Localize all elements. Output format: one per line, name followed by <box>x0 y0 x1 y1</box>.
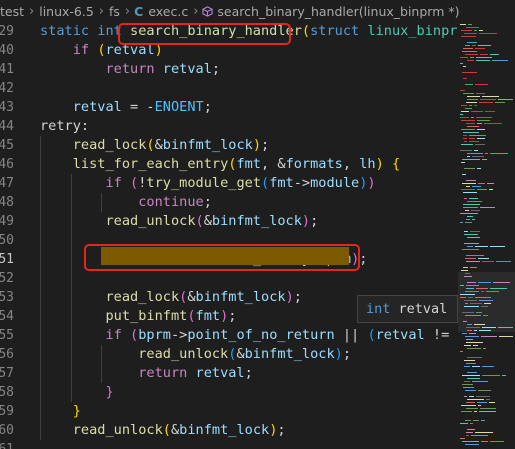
line-number: 57 <box>0 366 14 381</box>
line-number: 45 <box>0 138 14 153</box>
c-file-icon: C <box>134 3 144 19</box>
code-text: if (!try_module_get(fmt->module)) <box>105 175 376 191</box>
tooltip-type: int <box>366 301 391 317</box>
code-line[interactable]: 47 if (!try_module_get(fmt->module)) <box>0 174 458 193</box>
code-text: } <box>105 384 114 400</box>
line-number: 59 <box>0 404 14 419</box>
minimap[interactable] <box>458 22 515 449</box>
code-line[interactable]: 56 read_unlock(&binfmt_lock); <box>0 345 458 364</box>
function-symbol-icon <box>202 5 214 17</box>
line-number: 50 <box>0 233 14 248</box>
chevron-right-icon: › <box>193 3 199 19</box>
code-line[interactable]: 44 retry: <box>0 117 458 136</box>
line-number: 49 <box>0 214 14 229</box>
line-number: 47 <box>0 176 14 191</box>
line-number: 52 <box>0 271 14 286</box>
chevron-right-icon: › <box>124 3 131 19</box>
breadcrumb: test › linux-6.5 › fs › C exec.c › searc… <box>0 0 515 22</box>
line-number: 55 <box>0 328 14 343</box>
code-text: read_lock(&binfmt_lock); <box>105 289 302 305</box>
code-line[interactable]: 43 retval = -ENOENT; <box>0 98 458 117</box>
breadcrumb-item-linux[interactable]: linux-6.5 <box>39 4 94 19</box>
code-text: if (bprm->point_of_no_return || (retval … <box>105 327 458 343</box>
code-text: retry: <box>40 118 90 134</box>
code-line[interactable]: 41 return retval; <box>0 60 458 79</box>
line-number: 51 <box>0 252 14 267</box>
code-line[interactable]: 61 <box>0 440 458 449</box>
code-line[interactable]: 42 <box>0 79 458 98</box>
code-text: return retval; <box>138 365 253 381</box>
code-line[interactable]: 45 read_lock(&binfmt_lock); <box>0 136 458 155</box>
line-number: 41 <box>0 62 14 77</box>
breadcrumb-item-fs[interactable]: fs <box>109 4 120 19</box>
hover-tooltip: int retval <box>357 295 458 323</box>
line-number: 29 <box>0 24 14 39</box>
code-text: read_unlock(&binfmt_lock); <box>138 346 352 362</box>
breadcrumb-item-symbol[interactable]: search_binary_handler(linux_binprm *) <box>217 4 459 19</box>
breadcrumb-item-file[interactable]: exec.c <box>148 4 188 19</box>
code-line[interactable]: 46 list_for_each_entry(fmt, &formats, lh… <box>0 155 458 174</box>
line-number: 42 <box>0 81 14 96</box>
code-line[interactable]: 55 if (bprm->point_of_no_return || (retv… <box>0 326 458 345</box>
line-number: 56 <box>0 347 14 362</box>
minimap-viewport[interactable] <box>458 272 515 332</box>
code-text: retval = -ENOENT; <box>72 99 212 115</box>
tooltip-symbol: retval <box>398 301 448 317</box>
code-text: list_for_each_entry(fmt, &formats, lh) { <box>72 156 401 172</box>
code-line[interactable]: 59 } <box>0 402 458 421</box>
current-line-highlight-box <box>84 244 360 271</box>
code-text: read_unlock(&binfmt_lock); <box>105 213 319 229</box>
code-line[interactable]: 52 <box>0 269 458 288</box>
line-number: 53 <box>0 290 14 305</box>
code-editor[interactable]: 29 static int search_binary_handler(struc… <box>0 22 458 449</box>
line-number: 60 <box>0 423 14 438</box>
code-line[interactable]: 49 read_unlock(&binfmt_lock); <box>0 212 458 231</box>
line-number: 61 <box>0 440 14 449</box>
code-text: put_binfmt(fmt); <box>105 308 237 324</box>
line-number: 40 <box>0 43 14 58</box>
code-text: continue; <box>138 194 212 210</box>
code-line[interactable]: 57 return retval; <box>0 364 458 383</box>
code-line[interactable]: 58 } <box>0 383 458 402</box>
line-number: 58 <box>0 385 14 400</box>
code-text: return retval; <box>105 61 221 77</box>
code-text: read_lock(&binfmt_lock); <box>72 137 270 153</box>
code-text: read_unlock(&binfmt_lock); <box>72 422 286 438</box>
code-line[interactable]: 48 continue; <box>0 193 458 212</box>
breadcrumb-item-test[interactable]: test <box>0 4 24 19</box>
chevron-right-icon: › <box>98 3 104 19</box>
line-number: 43 <box>0 100 14 115</box>
line-number: 48 <box>0 195 14 210</box>
code-text: } <box>72 403 81 419</box>
code-line[interactable]: 60 read_unlock(&binfmt_lock); <box>0 421 458 440</box>
function-name-highlight-box <box>118 23 291 45</box>
line-number: 54 <box>0 309 14 324</box>
line-number: 44 <box>0 119 14 134</box>
chevron-right-icon: › <box>29 3 35 19</box>
line-number: 46 <box>0 157 14 172</box>
